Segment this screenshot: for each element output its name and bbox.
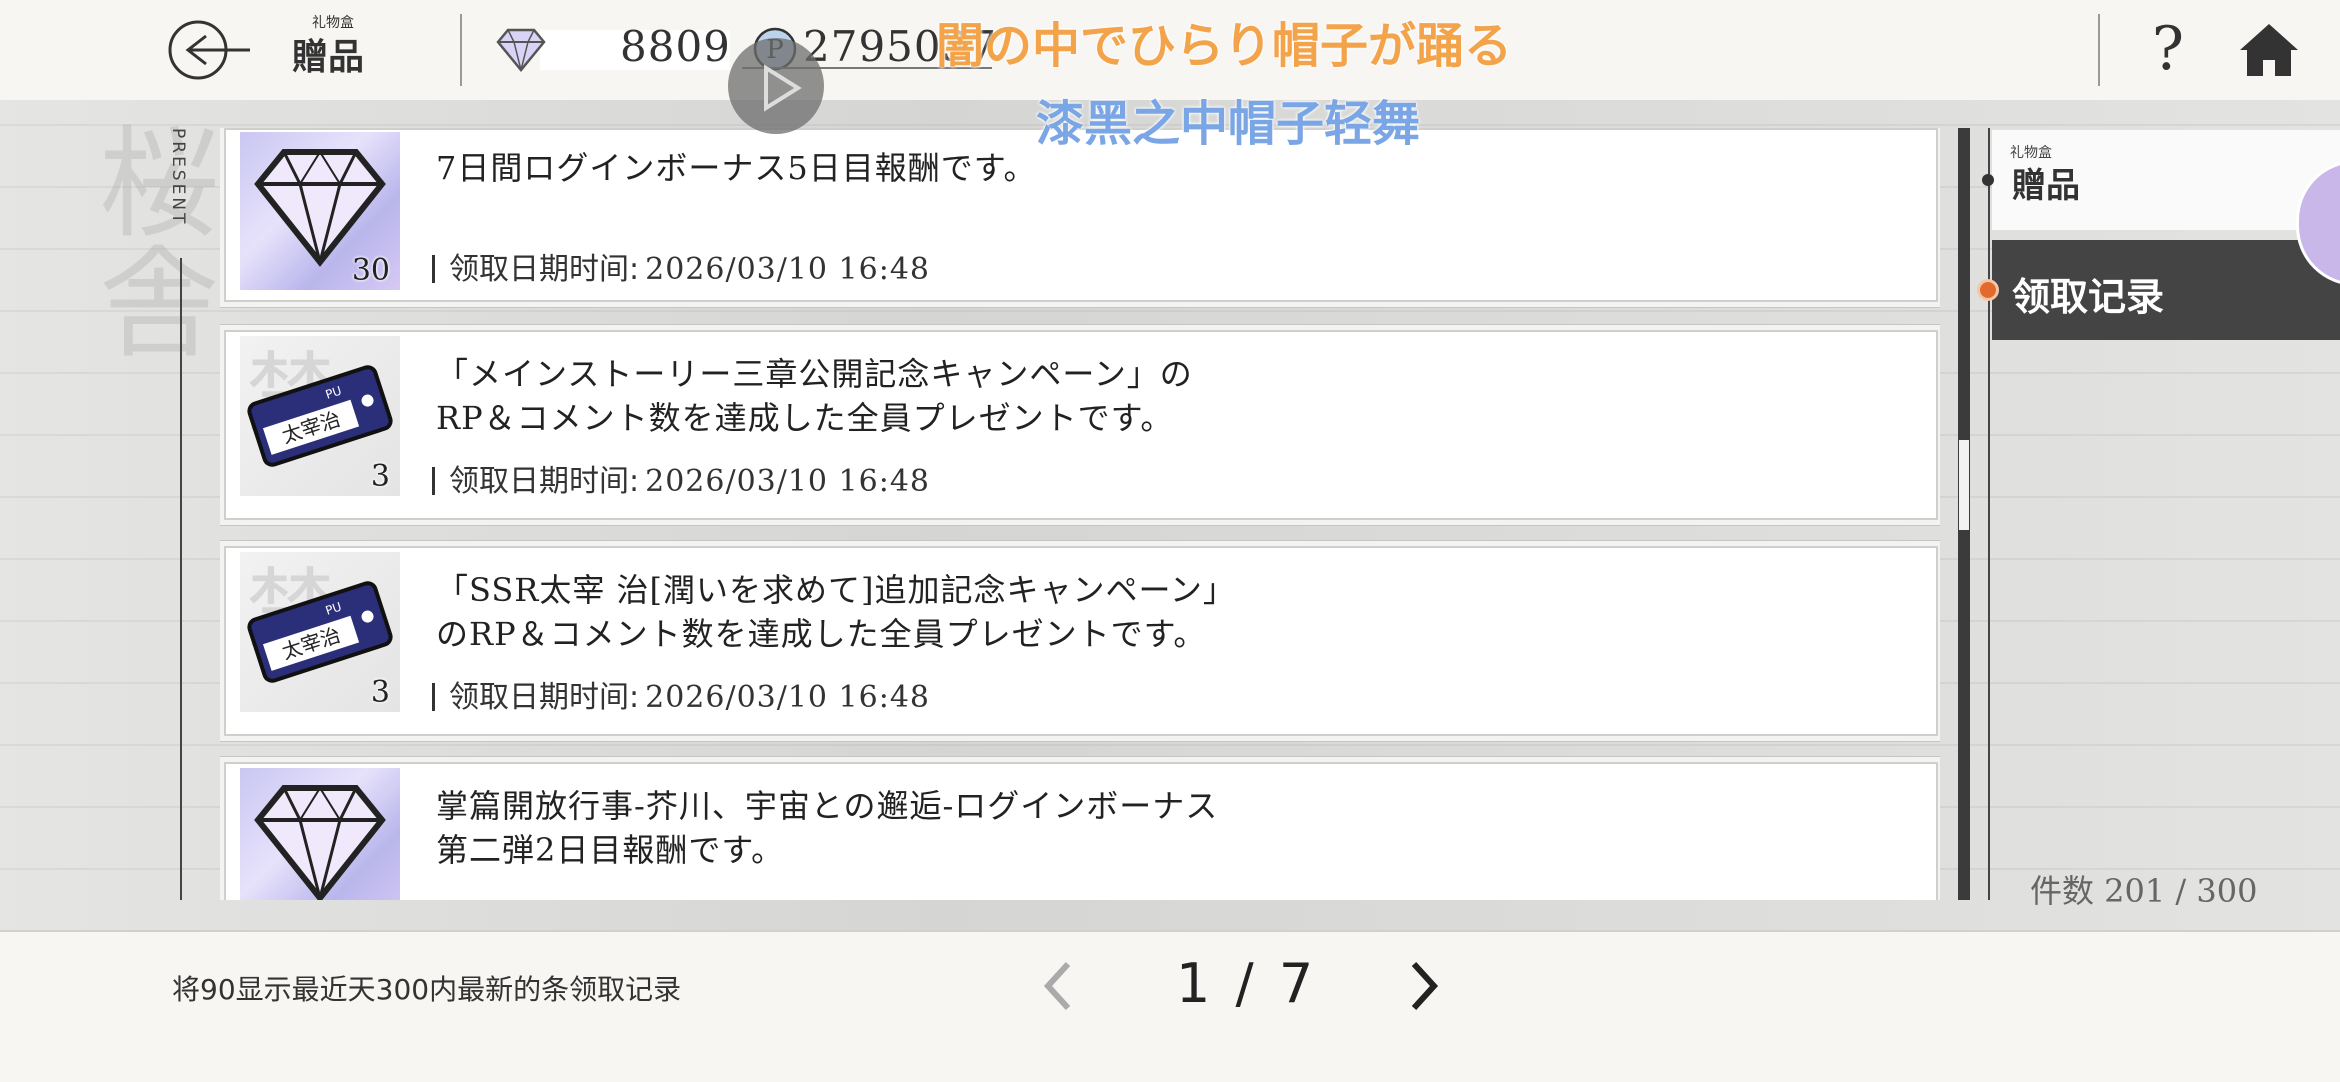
- date-value: 2026/03/10 16:48: [645, 252, 931, 287]
- divider: [460, 14, 462, 86]
- footer-note: 将90显示最近天300内最新的条领取记录: [172, 973, 682, 1006]
- background-kanji: 桜舎: [78, 120, 217, 360]
- list-item[interactable]: 30 7日間ログインボーナス5日目報酬です。 领取日期时间: 2026/03/10…: [224, 128, 1938, 302]
- gem-count: 8809: [620, 22, 731, 71]
- tab-gift-label: 贈品: [2012, 166, 2080, 206]
- date-bar: [432, 683, 435, 711]
- item-description: 掌篇開放行事-芥川、宇宙との邂逅-ログインボーナス 第二弾2日目報酬です。: [436, 787, 1219, 869]
- tab-history-label: 领取记录: [2012, 275, 2165, 319]
- back-arrow-icon[interactable]: [166, 18, 256, 82]
- right-rule: [1988, 128, 1990, 900]
- item-date: 领取日期时间: 2026/03/10 16:48: [432, 672, 930, 716]
- help-question-icon[interactable]: ?: [2146, 16, 2190, 82]
- home-icon[interactable]: [2238, 22, 2300, 78]
- list-item[interactable]: 禁 太宰治 PU 3 「メインストーリー三章公開記念キャンペーン」の RP＆コメ…: [224, 330, 1938, 520]
- play-icon: [764, 64, 802, 112]
- item-thumbnail: [240, 768, 400, 900]
- present-history-list[interactable]: 30 7日間ログインボーナス5日目報酬です。 领取日期时间: 2026/03/10…: [220, 128, 1940, 900]
- item-thumbnail: 禁 太宰治 PU 3: [240, 552, 400, 712]
- divider: [2098, 14, 2100, 86]
- play-overlay-button[interactable]: [728, 38, 824, 134]
- item-description: 「メインストーリー三章公開記念キャンペーン」の RP＆コメント数を達成した全員プ…: [436, 355, 1193, 437]
- diamond-gem-icon: [254, 785, 386, 900]
- item-quantity: 30: [351, 253, 390, 288]
- page-indicator: 1 / 7: [1176, 952, 1318, 1015]
- record-count: 件数 201 / 300: [2030, 872, 2258, 910]
- next-page-chevron-icon[interactable]: [1402, 958, 1442, 1014]
- prev-page-chevron-icon[interactable]: [1040, 958, 1080, 1014]
- date-value: 2026/03/10 16:48: [645, 680, 931, 715]
- date-bar: [432, 467, 435, 495]
- list-item[interactable]: 掌篇開放行事-芥川、宇宙との邂逅-ログインボーナス 第二弾2日目報酬です。: [224, 762, 1938, 900]
- present-label: PRESENT: [168, 128, 188, 227]
- item-date: 领取日期时间: 2026/03/10 16:48: [432, 456, 930, 500]
- item-description: 7日間ログインボーナス5日目報酬です。: [436, 149, 1037, 187]
- item-quantity: 3: [370, 675, 390, 710]
- date-bar: [432, 255, 435, 283]
- item-date: 领取日期时间: 2026/03/10 16:48: [432, 244, 930, 288]
- scrollbar-thumb[interactable]: [1959, 440, 1969, 530]
- item-quantity: 3: [370, 459, 390, 494]
- date-label: 领取日期时间:: [449, 252, 640, 287]
- item-date: [432, 888, 438, 900]
- date-value: 2026/03/10 16:48: [645, 464, 931, 499]
- lyric-line-japanese: 闇の中でひらり帽子が踊る: [936, 18, 1513, 74]
- tab-indicator-dot-active: [1980, 282, 1996, 298]
- item-thumbnail: 禁 太宰治 PU 3: [240, 336, 400, 496]
- item-description: 「SSR太宰 治[潤いを求めて]追加記念キャンペーン」 のRP＆コメント数を達成…: [436, 571, 1236, 653]
- tab-indicator-dot: [1982, 174, 1994, 186]
- diamond-gem-icon: [496, 28, 546, 72]
- item-thumbnail: 30: [240, 132, 400, 290]
- date-label: 领取日期时间:: [449, 680, 640, 715]
- left-rule: [180, 258, 182, 900]
- date-label: 领取日期时间:: [449, 464, 640, 499]
- list-item[interactable]: 禁 太宰治 PU 3 「SSR太宰 治[潤いを求めて]追加記念キャンペーン」 の…: [224, 546, 1938, 736]
- lyric-line-chinese: 漆黑之中帽子轻舞: [1036, 96, 1421, 152]
- page-title: 贈品: [292, 37, 365, 78]
